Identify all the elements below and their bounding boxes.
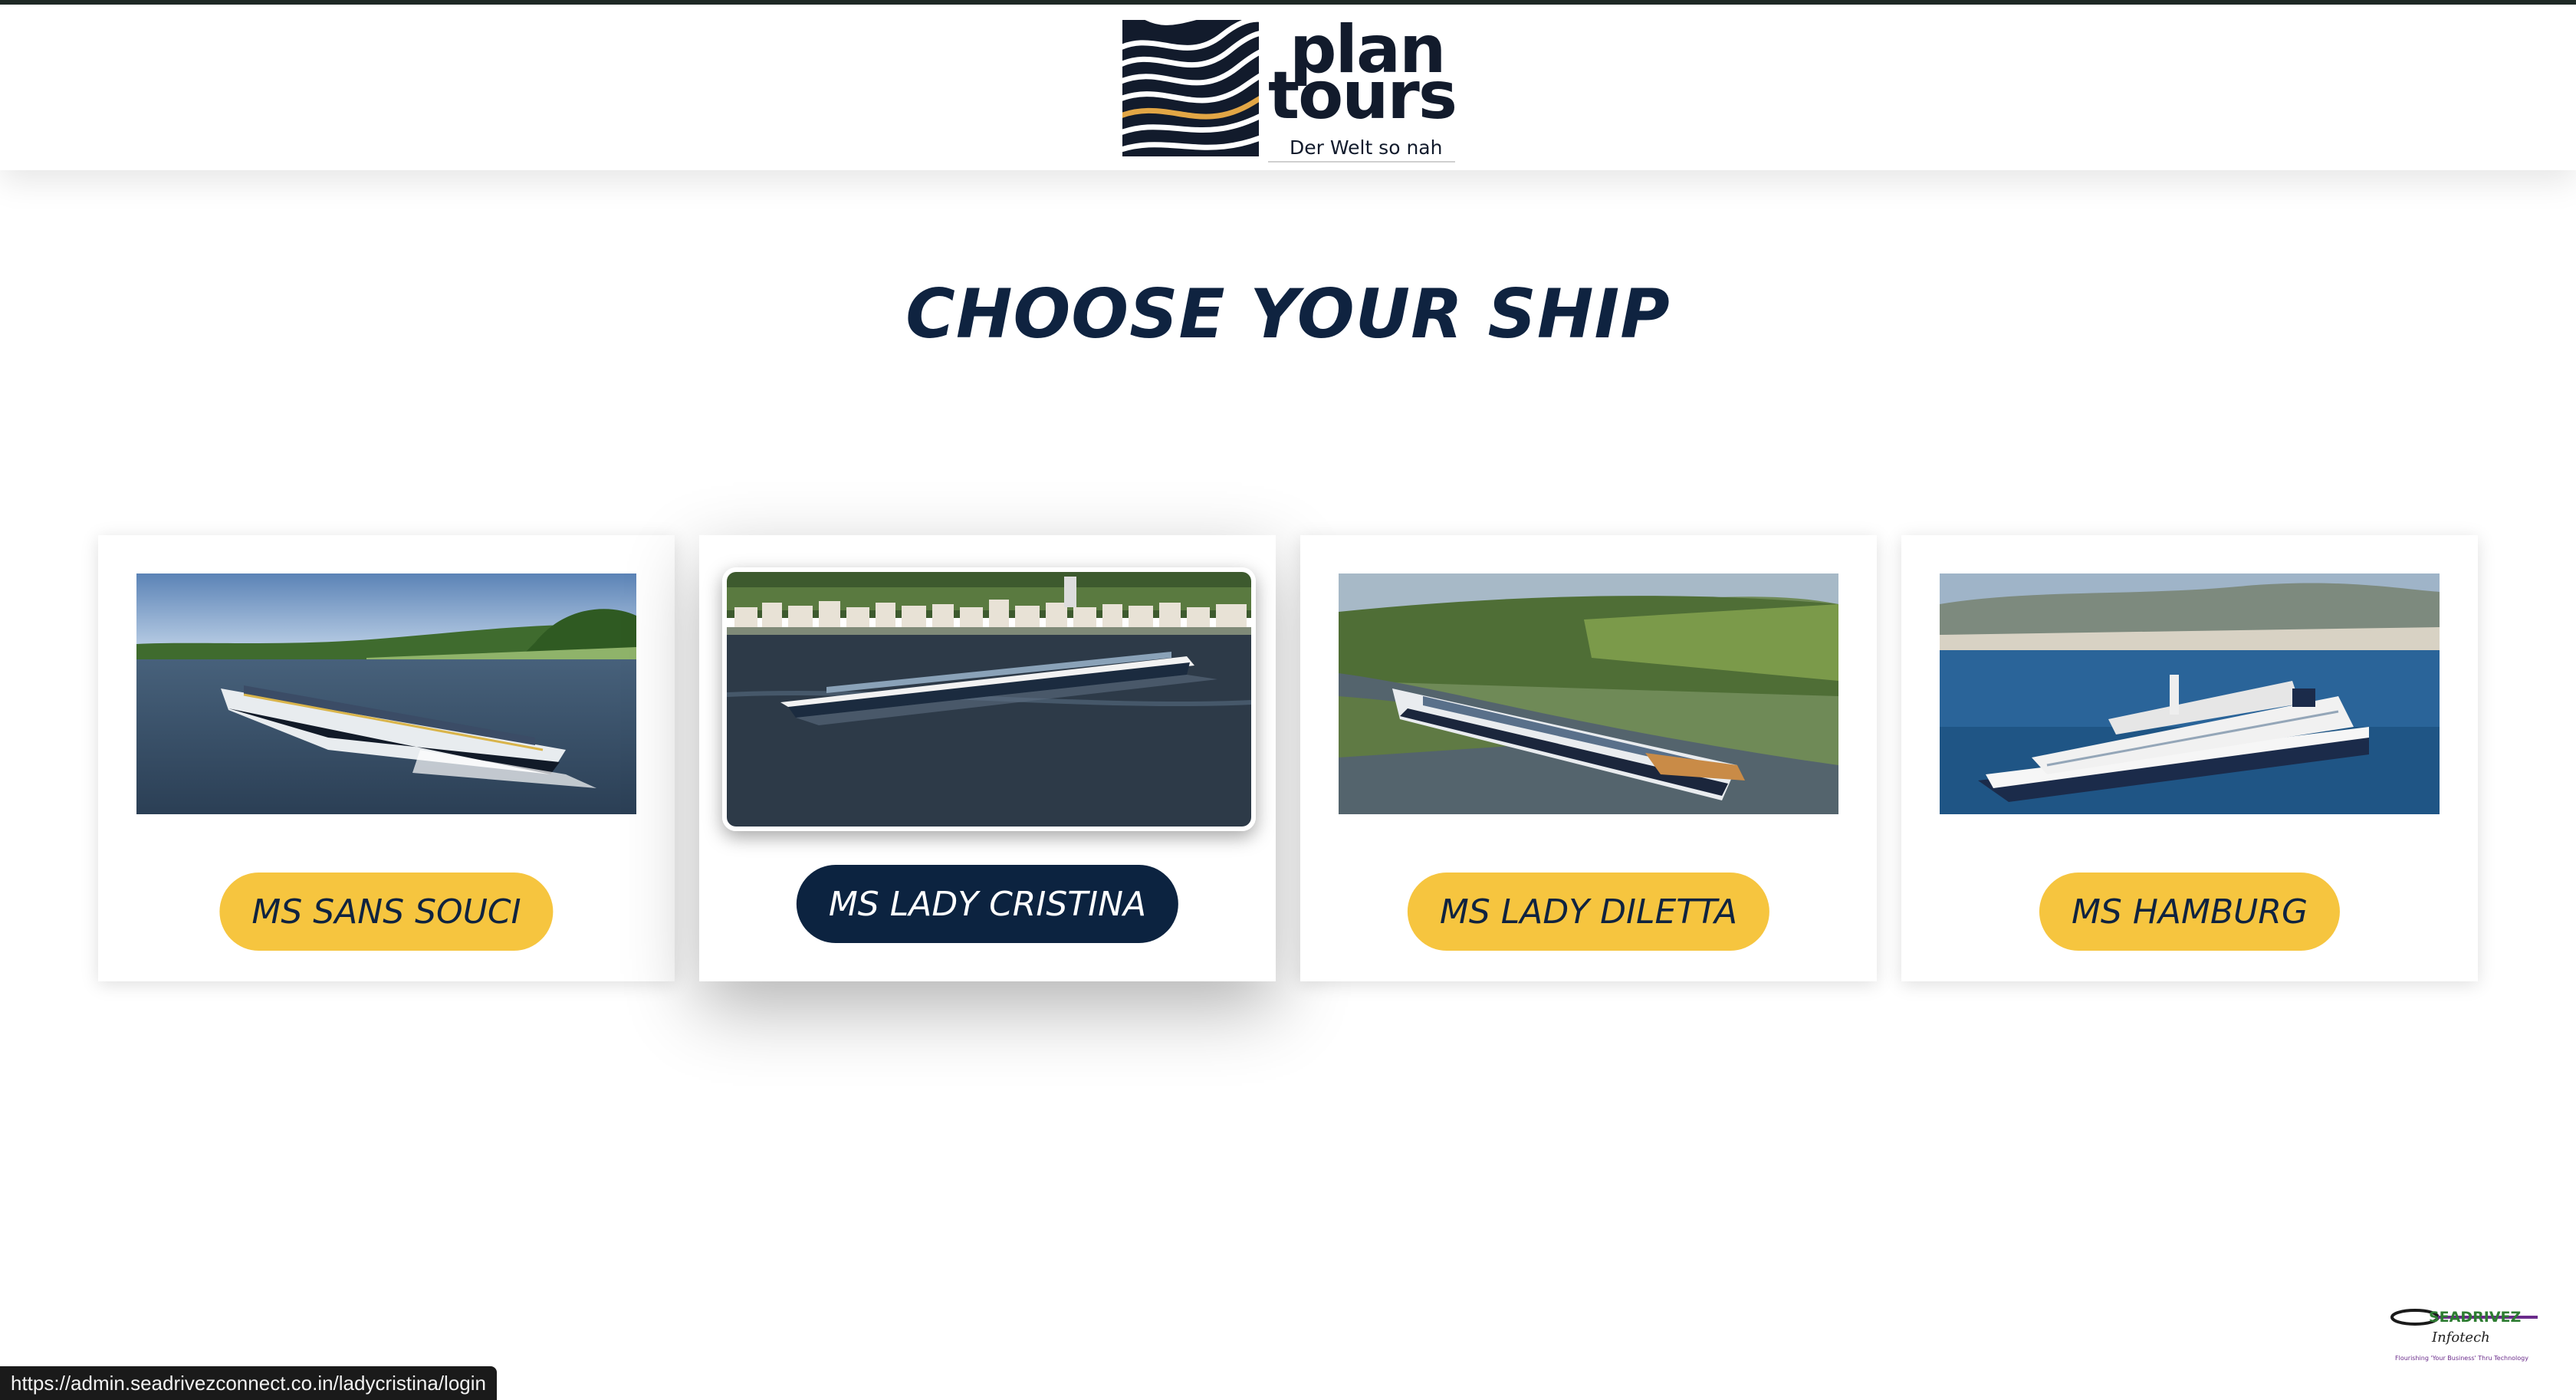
ship-button-hamburg[interactable]: MS HAMBURG: [2039, 873, 2341, 951]
ship-photo[interactable]: [1339, 573, 1838, 814]
ship-button-lady-cristina[interactable]: MS LADY CRISTINA: [796, 865, 1179, 943]
ship-photo[interactable]: [722, 567, 1256, 831]
river-cruise-ship-image: [727, 572, 1251, 827]
seadrivez-tagline: Flourishing 'Your Business' Thru Technol…: [2395, 1355, 2528, 1362]
status-bar-url: https://admin.seadrivezconnect.co.in/lad…: [0, 1366, 497, 1400]
seadrivez-logo[interactable]: SEADRIVEZ Infotech Flourishing 'Your Bus…: [2384, 1299, 2553, 1368]
logo-wordmark-tours: tours: [1268, 58, 1457, 134]
ocean-cruise-ship-image: [1940, 573, 2440, 814]
seadrivez-wordmark: SEADRIVEZ: [2429, 1309, 2521, 1326]
seadrivez-sub: Infotech: [2431, 1329, 2490, 1346]
ship-card-sans-souci[interactable]: MS SANS SOUCI: [98, 535, 675, 981]
ship-photo[interactable]: [136, 573, 636, 814]
ship-card-lady-cristina[interactable]: MS LADY CRISTINA: [699, 535, 1276, 981]
river-cruise-ship-image: [136, 573, 636, 814]
ship-card-hamburg[interactable]: MS HAMBURG: [1901, 535, 2478, 981]
ship-photo[interactable]: [1940, 573, 2440, 814]
logo-tagline: Der Welt so nah: [1290, 136, 1443, 159]
ship-button-lady-diletta[interactable]: MS LADY DILETTA: [1407, 873, 1770, 951]
logo-underline: [1268, 161, 1455, 163]
wave-logo-icon: [1122, 20, 1259, 156]
page-title: CHOOSE YOUR SHIP: [905, 274, 1671, 353]
site-header: plan tours Der Welt so nah: [0, 5, 2576, 170]
ship-card-lady-diletta[interactable]: MS LADY DILETTA: [1300, 535, 1877, 981]
plantours-logo[interactable]: plan tours Der Welt so nah: [1122, 17, 1457, 163]
ship-button-sans-souci[interactable]: MS SANS SOUCI: [219, 873, 554, 951]
seadrivez-logo-mark: SEADRIVEZ Infotech Flourishing 'Your Bus…: [2390, 1309, 2538, 1362]
river-cruise-ship-image: [1339, 573, 1838, 814]
